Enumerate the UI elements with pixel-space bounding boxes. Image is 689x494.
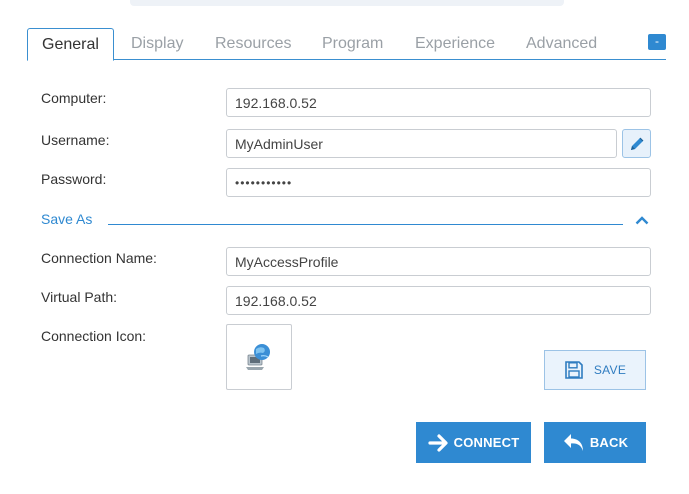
edit-username-button[interactable] (622, 129, 651, 158)
connection-name-input[interactable] (226, 247, 651, 276)
arrow-right-icon (428, 433, 448, 452)
tab-resources[interactable]: Resources (215, 28, 291, 60)
tab-display[interactable]: Display (131, 28, 183, 60)
save-as-title[interactable]: Save As (41, 211, 92, 227)
username-label: Username: (41, 132, 110, 148)
tab-bar: General Display Resources Program Experi… (27, 28, 666, 61)
connection-name-label: Connection Name: (41, 250, 157, 266)
undo-arrow-icon (563, 433, 583, 451)
username-input[interactable] (226, 129, 617, 158)
password-input[interactable] (226, 168, 651, 197)
computer-input[interactable] (226, 88, 651, 117)
virtual-path-label: Virtual Path: (41, 289, 118, 305)
save-button-label: SAVE (593, 363, 627, 377)
save-button[interactable]: SAVE (544, 350, 646, 390)
tab-advanced[interactable]: Advanced (526, 28, 597, 60)
connect-button[interactable]: CONNECT (416, 422, 531, 463)
back-button[interactable]: BACK (544, 422, 646, 463)
collapse-panel-button[interactable]: - (648, 34, 666, 50)
section-divider (108, 224, 623, 225)
connection-icon-picker[interactable] (226, 324, 292, 390)
floppy-disk-icon (565, 361, 583, 379)
top-strip (130, 0, 564, 6)
computer-label: Computer: (41, 90, 107, 106)
back-button-label: BACK (589, 435, 629, 450)
save-as-section-header: Save As (41, 211, 651, 231)
virtual-path-input[interactable] (226, 286, 651, 315)
computer-globe-icon (246, 344, 270, 370)
connect-button-label: CONNECT (453, 435, 520, 450)
tab-general[interactable]: General (27, 28, 114, 61)
pencil-icon (630, 137, 643, 150)
password-label: Password: (41, 171, 107, 187)
chevron-up-icon[interactable] (635, 215, 649, 225)
tab-experience[interactable]: Experience (415, 28, 495, 60)
tab-program[interactable]: Program (322, 28, 383, 60)
connection-icon-label: Connection Icon: (41, 328, 147, 344)
